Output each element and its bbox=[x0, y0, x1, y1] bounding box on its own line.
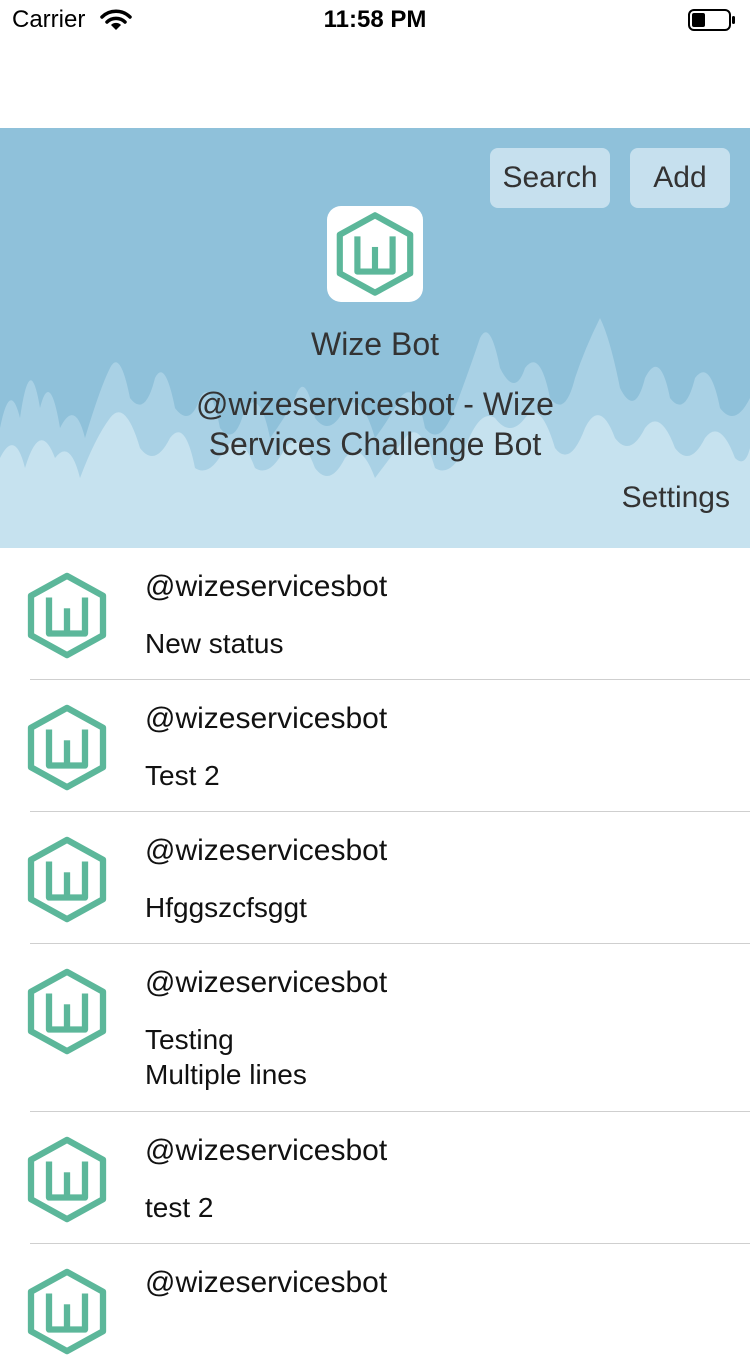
status-text: New status bbox=[145, 628, 284, 659]
list-item[interactable]: @wizeservicesbot New status bbox=[0, 548, 750, 680]
search-button[interactable]: Search bbox=[490, 148, 610, 208]
add-button[interactable]: Add bbox=[630, 148, 730, 208]
status-text: Testing Multiple lines bbox=[145, 1024, 307, 1090]
status-handle: @wizeservicesbot bbox=[145, 1266, 388, 1299]
status-text: Test 2 bbox=[145, 760, 220, 791]
battery-icon bbox=[688, 9, 735, 31]
status-handle: @wizeservicesbot bbox=[145, 570, 388, 603]
status-handle: @wizeservicesbot bbox=[145, 834, 388, 867]
status-text: Hfggszcfsggt bbox=[145, 892, 307, 923]
status-list: @wizeservicesbot New status @wizeservice… bbox=[0, 548, 750, 1355]
wize-logo-icon bbox=[27, 704, 107, 791]
clock: 11:58 PM bbox=[323, 6, 427, 33]
bot-name: Wize Bot bbox=[310, 326, 440, 362]
status-handle: @wizeservicesbot bbox=[145, 702, 388, 735]
status-handle: @wizeservicesbot bbox=[145, 1134, 388, 1167]
wize-logo-icon bbox=[27, 1136, 107, 1223]
profile-header: Search Add Wize Bot @wizeservicesbot - W… bbox=[0, 128, 750, 548]
status-text: test 2 bbox=[145, 1192, 214, 1223]
wize-logo-icon bbox=[27, 572, 107, 659]
wize-logo-icon bbox=[27, 968, 107, 1055]
list-item[interactable]: @wizeservicesbot Hfggszcfsggt bbox=[0, 812, 750, 944]
bot-avatar bbox=[327, 206, 423, 302]
wize-logo-icon bbox=[336, 212, 414, 296]
list-item[interactable]: @wizeservicesbot Test 2 bbox=[0, 680, 750, 812]
bot-description: @wizeservicesbot - Wize Services Challen… bbox=[196, 386, 554, 462]
settings-button[interactable]: Settings bbox=[622, 474, 730, 522]
list-item[interactable]: @wizeservicesbot test 2 bbox=[0, 1112, 750, 1244]
status-bar: Carrier 11:58 PM bbox=[0, 0, 750, 40]
wize-logo-icon bbox=[27, 836, 107, 923]
list-item[interactable]: @wizeservicesbot Testing Multiple lines bbox=[0, 944, 750, 1112]
status-handle: @wizeservicesbot bbox=[145, 966, 388, 999]
list-item[interactable]: @wizeservicesbot bbox=[0, 1244, 750, 1355]
wize-logo-icon bbox=[27, 1268, 107, 1355]
